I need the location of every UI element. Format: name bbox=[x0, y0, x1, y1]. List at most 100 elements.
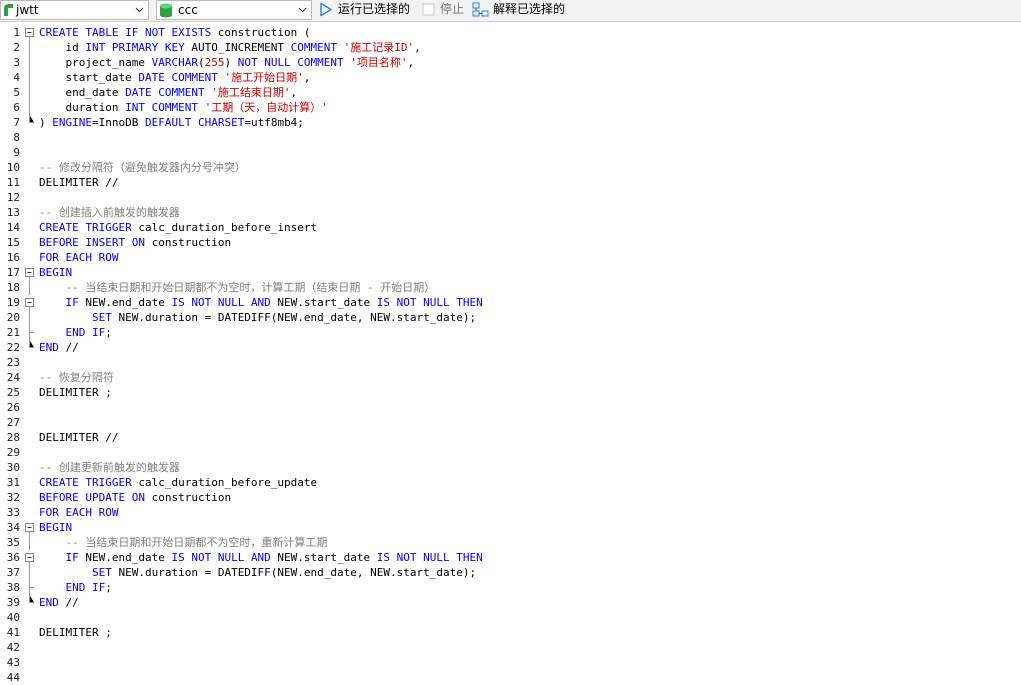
line-number: 37 bbox=[6, 566, 20, 579]
code-text: -- 创建更新前触发的触发器 bbox=[39, 460, 180, 475]
code-token: CREATE TRIGGER bbox=[39, 221, 132, 234]
code-line[interactable]: 14 CREATE TRIGGER calc_duration_before_in… bbox=[0, 220, 1021, 235]
code-text: DELIMITER ; bbox=[39, 385, 112, 400]
code-line[interactable]: 6 duration INT COMMENT '工期（天，自动计算）' bbox=[0, 100, 1021, 115]
code-token: DELIMITER // bbox=[39, 431, 119, 444]
code-line[interactable]: 25 DELIMITER ; bbox=[0, 385, 1021, 400]
line-number: 38 bbox=[6, 581, 20, 594]
line-number: 28 bbox=[6, 431, 20, 444]
code-line[interactable]: 32 BEFORE UPDATE ON construction bbox=[0, 490, 1021, 505]
code-line[interactable]: 41 DELIMITER ; bbox=[0, 625, 1021, 640]
code-token: IS NOT NULL AND bbox=[171, 296, 271, 309]
sql-editor[interactable]: 1 CREATE TABLE IF NOT EXISTS construction… bbox=[0, 25, 1021, 684]
code-line[interactable]: 26 bbox=[0, 400, 1021, 415]
code-token: ENGINE bbox=[52, 116, 92, 129]
code-line[interactable]: 42 bbox=[0, 640, 1021, 655]
code-line[interactable]: 28 DELIMITER // bbox=[0, 430, 1021, 445]
code-line[interactable]: 27 bbox=[0, 415, 1021, 430]
code-line[interactable]: 33 FOR EACH ROW bbox=[0, 505, 1021, 520]
code-text: end_date DATE COMMENT '施工结束日期', bbox=[39, 85, 297, 100]
line-number: 11 bbox=[6, 176, 20, 189]
fold-guide-icon bbox=[25, 100, 35, 115]
code-line[interactable]: 8 bbox=[0, 130, 1021, 145]
code-line[interactable]: 43 bbox=[0, 655, 1021, 670]
code-text: BEGIN bbox=[39, 520, 72, 535]
fold-guide-icon bbox=[25, 280, 35, 295]
code-line[interactable]: 24 -- 恢复分隔符 bbox=[0, 370, 1021, 385]
fold-guide-icon bbox=[25, 70, 35, 85]
line-number: 10 bbox=[6, 161, 20, 174]
line-number: 34 bbox=[6, 521, 20, 534]
code-line[interactable]: 23 bbox=[0, 355, 1021, 370]
fold-toggle-icon[interactable] bbox=[25, 295, 35, 310]
code-line[interactable]: 21 END IF; bbox=[0, 325, 1021, 340]
code-line[interactable]: 36 IF NEW.end_date IS NOT NULL AND NEW.s… bbox=[0, 550, 1021, 565]
code-token: // bbox=[58, 596, 79, 609]
code-line[interactable]: 37 SET NEW.duration = DATEDIFF(NEW.end_d… bbox=[0, 565, 1021, 580]
code-token: DELIMITER ; bbox=[39, 626, 112, 639]
code-line[interactable]: 15 BEFORE INSERT ON construction bbox=[0, 235, 1021, 250]
stop-button[interactable]: 停止 bbox=[421, 0, 467, 20]
fold-toggle-icon[interactable] bbox=[25, 520, 35, 535]
code-token: FOR EACH ROW bbox=[39, 506, 119, 519]
code-line[interactable]: 7) ENGINE=InnoDB DEFAULT CHARSET=utf8mb4… bbox=[0, 115, 1021, 130]
connection-icon bbox=[4, 4, 13, 16]
code-line[interactable]: 19 IF NEW.end_date IS NOT NULL AND NEW.s… bbox=[0, 295, 1021, 310]
code-text: DELIMITER ; bbox=[39, 625, 112, 640]
code-token: SET bbox=[91, 566, 112, 579]
code-line[interactable]: 38 END IF; bbox=[0, 580, 1021, 595]
code-token: -- 当结束日期和开始日期都不为空时，重新计算工期 bbox=[65, 536, 328, 549]
fold-guide-icon bbox=[25, 85, 35, 100]
code-line[interactable]: 5 end_date DATE COMMENT '施工结束日期', bbox=[0, 85, 1021, 100]
code-token: DATE COMMENT bbox=[138, 71, 218, 84]
code-line[interactable]: 16 FOR EACH ROW bbox=[0, 250, 1021, 265]
code-token: ; bbox=[105, 581, 112, 594]
code-line[interactable]: 34 BEGIN bbox=[0, 520, 1021, 535]
code-line[interactable]: 20 SET NEW.duration = DATEDIFF(NEW.end_d… bbox=[0, 310, 1021, 325]
code-line[interactable]: 4 start_date DATE COMMENT '施工开始日期', bbox=[0, 70, 1021, 85]
code-line[interactable]: 12 bbox=[0, 190, 1021, 205]
code-line[interactable]: 13 -- 创建插入前触发的触发器 bbox=[0, 205, 1021, 220]
line-number: 35 bbox=[6, 536, 20, 549]
code-line[interactable]: 10 -- 修改分隔符（避免触发器内分号冲突） bbox=[0, 160, 1021, 175]
code-line[interactable]: 35 -- 当结束日期和开始日期都不为空时，重新计算工期 bbox=[0, 535, 1021, 550]
code-token: ( bbox=[197, 56, 205, 69]
code-line[interactable]: 1 CREATE TABLE IF NOT EXISTS construction… bbox=[0, 25, 1021, 40]
code-token: '工期（天，自动计算）' bbox=[204, 101, 328, 114]
fold-toggle-icon[interactable] bbox=[25, 265, 35, 280]
code-token: // bbox=[58, 341, 79, 354]
line-number: 21 bbox=[6, 326, 20, 339]
code-line[interactable]: 30 -- 创建更新前触发的触发器 bbox=[0, 460, 1021, 475]
code-line[interactable]: 40 bbox=[0, 610, 1021, 625]
fold-toggle-icon[interactable] bbox=[25, 25, 35, 40]
database-select[interactable]: ccc bbox=[156, 0, 312, 20]
run-selected-button[interactable]: 运行已选择的 bbox=[319, 0, 415, 20]
code-line[interactable]: 11 DELIMITER // bbox=[0, 175, 1021, 190]
code-token: DATE COMMENT bbox=[125, 86, 205, 99]
code-line[interactable]: 18 -- 当结束日期和开始日期都不为空时，计算工期（结束日期 - 开始日期） bbox=[0, 280, 1021, 295]
code-line[interactable]: 22 END // bbox=[0, 340, 1021, 355]
explain-icon bbox=[472, 2, 489, 17]
code-text: CREATE TRIGGER calc_duration_before_inse… bbox=[39, 220, 317, 235]
line-number: 23 bbox=[6, 356, 20, 369]
code-line[interactable]: 17 BEGIN bbox=[0, 265, 1021, 280]
line-number: 25 bbox=[6, 386, 20, 399]
code-text: END // bbox=[39, 340, 79, 355]
code-line[interactable]: 39 END // bbox=[0, 595, 1021, 610]
explain-selected-button[interactable]: 解释已选择的 bbox=[472, 0, 572, 20]
code-text: start_date DATE COMMENT '施工开始日期', bbox=[39, 70, 310, 85]
line-number: 18 bbox=[6, 281, 20, 294]
fold-toggle-icon[interactable] bbox=[25, 550, 35, 565]
code-line[interactable]: 3 project_name VARCHAR(255) NOT NULL COM… bbox=[0, 55, 1021, 70]
connection-select[interactable]: jwtt bbox=[0, 0, 149, 20]
code-text: FOR EACH ROW bbox=[39, 505, 118, 520]
code-line[interactable]: 2 id INT PRIMARY KEY AUTO_INCREMENT COMM… bbox=[0, 40, 1021, 55]
code-text: SET NEW.duration = DATEDIFF(NEW.end_date… bbox=[39, 310, 476, 325]
code-line[interactable]: 31 CREATE TRIGGER calc_duration_before_up… bbox=[0, 475, 1021, 490]
chevron-down-icon[interactable] bbox=[298, 5, 307, 14]
code-line[interactable]: 9 bbox=[0, 145, 1021, 160]
chevron-down-icon[interactable] bbox=[135, 5, 144, 14]
code-line[interactable]: 29 bbox=[0, 445, 1021, 460]
